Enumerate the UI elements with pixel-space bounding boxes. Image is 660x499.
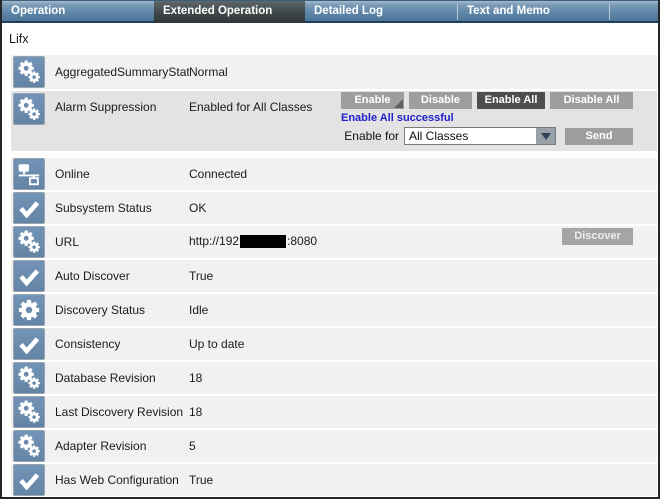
property-value: True: [189, 473, 213, 487]
alarm-button-row: Enable Disable Enable All Disable All: [341, 92, 633, 109]
row-icon-button[interactable]: [13, 430, 45, 462]
property-value: Idle: [189, 303, 208, 317]
enable-for-label: Enable for: [344, 129, 399, 143]
property-label: Online: [55, 167, 189, 181]
row-icon-button[interactable]: [13, 56, 45, 88]
property-value: http://192 :8080: [189, 234, 317, 249]
tab-bar: OperationExtended OperationDetailed LogT…: [2, 0, 658, 23]
property-label: Alarm Suppression: [55, 91, 189, 114]
property-row-auto-discover: Auto DiscoverTrue: [11, 260, 657, 292]
property-row-url: URLhttp://192 :8080 Discover: [11, 226, 657, 258]
page-title: Lifx: [9, 32, 658, 46]
property-row-discovery-status: Discovery StatusIdle: [11, 294, 657, 326]
row-icon-button[interactable]: [13, 226, 45, 258]
disable-button[interactable]: Disable: [409, 92, 472, 109]
property-row-adapter-revision: Adapter Revision5: [11, 430, 657, 462]
row-icon-button[interactable]: [13, 192, 45, 224]
class-select-value: All Classes: [405, 128, 535, 144]
alarm-suppression-controls: EnableDisableEnable AllDisable AllEnable…: [341, 92, 633, 145]
property-label: Database Revision: [55, 371, 189, 385]
property-label: Last Discovery Revision: [55, 405, 189, 419]
property-label: Subsystem Status: [55, 201, 189, 215]
enable-all-button[interactable]: Enable All: [477, 92, 545, 109]
status-message: Enable All successful: [341, 112, 633, 124]
gears-icon: [15, 364, 43, 392]
tab-operation[interactable]: Operation: [2, 1, 154, 23]
url-suffix: :8080: [287, 234, 317, 248]
property-label: Adapter Revision: [55, 439, 189, 453]
dropdown-arrow-icon[interactable]: [535, 128, 555, 144]
gears-icon: [15, 398, 43, 426]
property-value: 5: [189, 439, 196, 453]
row-icon-button[interactable]: [13, 294, 45, 326]
property-row-aggregatedsummarystatus: AggregatedSummaryStatusNormal: [11, 55, 657, 89]
gears-icon: [15, 432, 43, 460]
row-icon-button[interactable]: [13, 362, 45, 394]
network-icon: [15, 160, 43, 188]
url-prefix: http://192: [189, 234, 239, 248]
check-icon: [15, 194, 43, 222]
check-icon: [15, 466, 43, 494]
property-value: OK: [189, 201, 206, 215]
property-rows: AggregatedSummaryStatusNormalAlarm Suppr…: [11, 55, 657, 496]
property-value: Enabled for All Classes: [189, 91, 312, 114]
property-value: Up to date: [189, 337, 244, 351]
check-icon: [15, 262, 43, 290]
gears-icon: [15, 58, 43, 86]
row-icon-button[interactable]: [13, 464, 45, 496]
enable-button[interactable]: Enable: [341, 92, 404, 109]
redacted-ip: [240, 235, 286, 248]
property-row-alarm-suppression: Alarm SuppressionEnabled for All Classes…: [11, 91, 657, 151]
property-label: Has Web Configuration: [55, 473, 189, 487]
property-value: Normal: [189, 65, 228, 79]
extended-operation-panel: OperationExtended OperationDetailed LogT…: [0, 0, 660, 499]
property-value: 18: [189, 405, 202, 419]
property-label: AggregatedSummaryStatus: [55, 65, 189, 79]
property-label: Consistency: [55, 337, 189, 351]
row-icon-button[interactable]: [13, 328, 45, 360]
row-icon-button[interactable]: [13, 93, 45, 125]
property-label: Discovery Status: [55, 303, 189, 317]
gears-icon: [15, 95, 43, 123]
tab-separator: [609, 4, 610, 20]
property-row-subsystem-status: Subsystem StatusOK: [11, 192, 657, 224]
property-label: URL: [55, 235, 189, 249]
check-icon: [15, 330, 43, 358]
property-row-consistency: ConsistencyUp to date: [11, 328, 657, 360]
property-row-has-web-configuration: Has Web ConfigurationTrue: [11, 464, 657, 496]
property-label: Auto Discover: [55, 269, 189, 283]
send-button[interactable]: Send: [565, 128, 633, 145]
discover-button[interactable]: Discover: [562, 228, 633, 245]
tab-separator: [457, 4, 458, 20]
property-row-last-discovery-revision: Last Discovery Revision18: [11, 396, 657, 428]
tab-text-and-memo[interactable]: Text and Memo: [458, 1, 609, 23]
property-value: True: [189, 269, 213, 283]
row-icon-button[interactable]: [13, 396, 45, 428]
row-icon-button[interactable]: [13, 158, 45, 190]
property-row-database-revision: Database Revision18: [11, 362, 657, 394]
disable-all-button[interactable]: Disable All: [550, 92, 633, 109]
gears-icon: [15, 228, 43, 256]
row-icon-button[interactable]: [13, 260, 45, 292]
gear-icon: [15, 296, 43, 324]
enable-for-row: Enable for All Classes Send: [341, 127, 633, 145]
tab-detailed-log[interactable]: Detailed Log: [305, 1, 457, 23]
tab-extended-operation[interactable]: Extended Operation: [154, 1, 305, 23]
class-select[interactable]: All Classes: [404, 127, 556, 145]
property-value: 18: [189, 371, 202, 385]
property-row-online: OnlineConnected: [11, 158, 657, 190]
property-value: Connected: [189, 167, 247, 181]
panel-content: Lifx AggregatedSummaryStatusNormalAlarm …: [2, 23, 658, 496]
